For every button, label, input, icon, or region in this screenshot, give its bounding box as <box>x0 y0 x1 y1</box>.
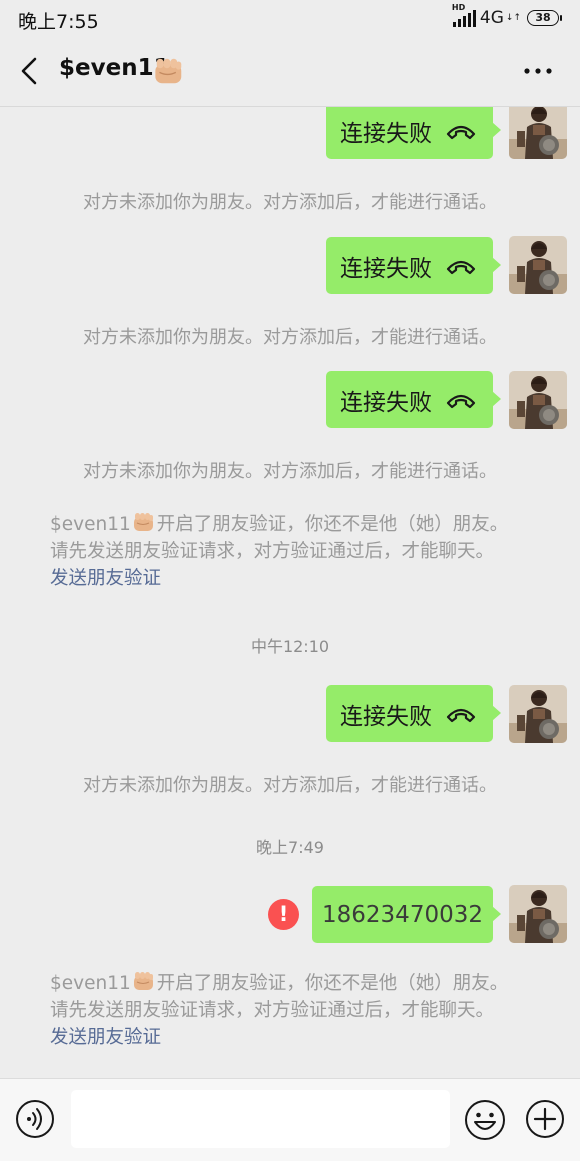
status-time: 晚上7:55 <box>18 11 99 33</box>
call-failed-bubble[interactable]: 连接失败 <box>326 371 501 428</box>
hangup-phone-icon <box>446 122 476 140</box>
voice-icon[interactable] <box>15 1099 55 1139</box>
hangup-phone-icon <box>446 257 476 275</box>
verification-line-2: 请先发送朋友验证请求，对方验证通过后，才能聊天。 <box>50 1000 495 1021</box>
call-failed-bubble[interactable]: 连接失败 <box>326 237 501 294</box>
chat-message-list[interactable]: 连接失败 对方未添加你为朋友。对方添加后，才能进行通话。 连接失败 对方未添加你… <box>0 107 580 1077</box>
message-input[interactable] <box>71 1090 450 1148</box>
more-dots-icon[interactable] <box>522 62 554 80</box>
system-message: 对方未添加你为朋友。对方添加后，才能进行通话。 <box>83 192 497 213</box>
my-avatar[interactable] <box>509 685 567 743</box>
verification-line-1: $even11 开启了朋友验证，你还不是他（她）朋友。 <box>50 970 560 997</box>
contact-name: $even11 <box>50 973 131 994</box>
plus-icon[interactable] <box>525 1099 565 1139</box>
fist-emoji-icon <box>132 970 156 992</box>
battery-icon: 38 <box>527 10 559 26</box>
system-message: 对方未添加你为朋友。对方添加后，才能进行通话。 <box>83 461 497 482</box>
send-verification-link[interactable]: 发送朋友验证 <box>50 565 560 592</box>
verification-line-2: 请先发送朋友验证请求，对方验证通过后，才能聊天。 <box>50 541 495 562</box>
fist-emoji-icon <box>152 56 186 86</box>
signal-icon: HD <box>452 3 476 27</box>
message-text: 18623470032 <box>322 901 483 928</box>
call-status-text: 连接失败 <box>340 120 432 147</box>
verification-text: 开启了朋友验证，你还不是他（她）朋友。 <box>156 514 509 535</box>
send-verification-link[interactable]: 发送朋友验证 <box>50 1024 560 1051</box>
chat-header: $even11 <box>0 36 580 107</box>
contact-name: $even11 <box>50 514 131 535</box>
battery-cap <box>560 15 562 21</box>
emoji-icon[interactable] <box>464 1099 506 1141</box>
call-failed-bubble[interactable]: 连接失败 <box>326 685 501 742</box>
data-arrows-icon: ↓↑ <box>505 13 521 23</box>
friend-verification-notice: $even11 开启了朋友验证，你还不是他（她）朋友。 请先发送朋友验证请求，对方… <box>50 970 560 1051</box>
call-status-text: 连接失败 <box>340 703 432 730</box>
system-message: 对方未添加你为朋友。对方添加后，才能进行通话。 <box>83 775 497 796</box>
system-message: 对方未添加你为朋友。对方添加后，才能进行通话。 <box>83 327 497 348</box>
text-message-bubble[interactable]: 18623470032 <box>312 886 501 943</box>
status-bar: 晚上7:55 HD 4G ↓↑ 38 <box>0 0 580 36</box>
call-status-text: 连接失败 <box>340 389 432 416</box>
verification-line-1: $even11 开启了朋友验证，你还不是他（她）朋友。 <box>50 511 560 538</box>
call-status-text: 连接失败 <box>340 255 432 282</box>
call-failed-bubble[interactable]: 连接失败 <box>326 107 501 159</box>
verification-text: 开启了朋友验证，你还不是他（她）朋友。 <box>156 973 509 994</box>
network-type: 4G <box>479 8 504 28</box>
my-avatar[interactable] <box>509 885 567 943</box>
friend-verification-notice: $even11 开启了朋友验证，你还不是他（她）朋友。 请先发送朋友验证请求，对方… <box>50 511 560 592</box>
my-avatar[interactable] <box>509 236 567 294</box>
hd-label: HD <box>451 2 466 12</box>
hangup-phone-icon <box>446 705 476 723</box>
fist-emoji-icon <box>132 511 156 533</box>
timestamp: 晚上7:49 <box>256 838 324 857</box>
my-avatar[interactable] <box>509 107 567 159</box>
my-avatar[interactable] <box>509 371 567 429</box>
timestamp: 中午12:10 <box>250 637 330 656</box>
chevron-left-icon[interactable] <box>16 54 44 88</box>
input-toolbar <box>0 1078 580 1161</box>
send-failed-icon[interactable]: ! <box>268 899 299 930</box>
status-indicators: HD 4G ↓↑ 38 <box>452 3 562 28</box>
hangup-phone-icon <box>446 391 476 409</box>
